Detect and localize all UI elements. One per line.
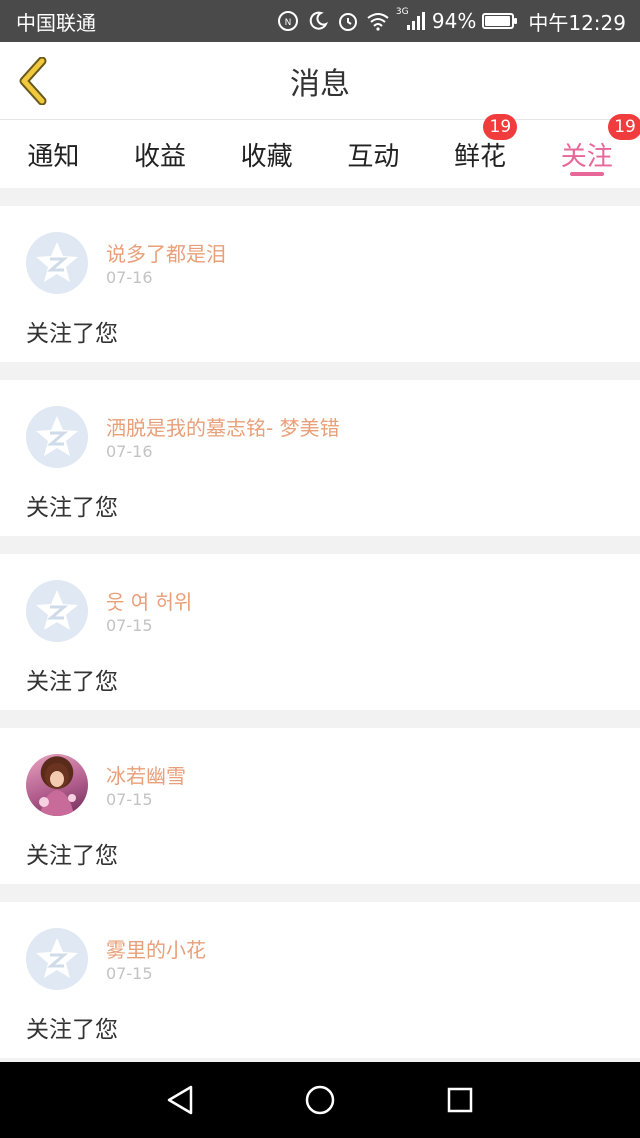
- tab-label: 通知: [27, 141, 80, 172]
- default-avatar-icon: [36, 590, 78, 630]
- active-tab-indicator: [569, 172, 604, 176]
- tab-flowers[interactable]: 鲜花 19: [427, 114, 534, 188]
- follow-date: 07-15: [106, 964, 153, 983]
- status-bar: 中国联通 N 3G 94% 中午12:29: [0, 0, 640, 42]
- status-icons: N 3G 94% 中午12:29: [276, 7, 626, 36]
- tab-interactions[interactable]: 互动: [320, 120, 427, 188]
- tab-label: 关注: [560, 141, 613, 172]
- user-photo-icon: [39, 763, 76, 816]
- tab-label: 收藏: [240, 141, 293, 172]
- follow-date: 07-15: [106, 790, 153, 809]
- user-name[interactable]: 说多了都是泪: [106, 238, 226, 267]
- follow-message: 关注了您: [26, 669, 118, 695]
- battery-icon: [482, 13, 518, 29]
- default-avatar-icon: [36, 242, 78, 282]
- avatar[interactable]: [26, 232, 88, 294]
- follow-date: 07-16: [106, 268, 153, 287]
- moon-icon: [306, 9, 330, 33]
- list-item[interactable]: 说多了都是泪 07-16 关注了您: [0, 206, 640, 362]
- avatar[interactable]: [26, 928, 88, 990]
- list-item[interactable]: 冰若幽雪 07-15 关注了您: [0, 728, 640, 884]
- user-name[interactable]: 冰若幽雪: [106, 760, 186, 789]
- header: 消息: [0, 42, 640, 120]
- svg-text:N: N: [285, 18, 292, 28]
- wifi-icon: [366, 9, 390, 33]
- default-avatar-icon: [36, 938, 78, 978]
- follow-date: 07-15: [106, 616, 153, 635]
- tab-favorites[interactable]: 收藏: [213, 120, 320, 188]
- carrier-label: 中国联通: [16, 10, 96, 35]
- tab-label: 互动: [347, 141, 400, 172]
- tab-earnings[interactable]: 收益: [107, 120, 214, 188]
- follow-message: 关注了您: [26, 843, 118, 869]
- data-saver-icon: N: [276, 9, 300, 33]
- list-item[interactable]: 웃 여 허위 07-15 关注了您: [0, 554, 640, 710]
- nav-back-button[interactable]: [158, 1078, 202, 1122]
- follow-message: 关注了您: [26, 321, 118, 347]
- user-name[interactable]: 雾里的小花: [106, 934, 206, 963]
- clock: 中午12:29: [528, 10, 626, 35]
- unread-badge: 19: [608, 114, 640, 140]
- network-type-label: 3G: [395, 7, 409, 17]
- tab-label: 收益: [134, 141, 187, 172]
- battery-percent: 94%: [431, 9, 477, 33]
- nav-home-button[interactable]: [298, 1078, 342, 1122]
- tab-follow[interactable]: 关注 19: [533, 114, 640, 188]
- avatar[interactable]: [26, 406, 88, 468]
- follow-message: 关注了您: [26, 495, 118, 521]
- back-button[interactable]: [14, 56, 54, 106]
- user-name[interactable]: 웃 여 허위: [106, 586, 192, 615]
- page-title: 消息: [290, 66, 350, 102]
- chevron-left-icon: [19, 57, 47, 105]
- follow-message: 关注了您: [26, 1017, 118, 1043]
- circle-home-icon: [305, 1085, 335, 1115]
- unread-badge: 19: [483, 114, 518, 140]
- nav-recents-button[interactable]: [438, 1078, 482, 1122]
- follow-list: 说多了都是泪 07-16 关注了您 洒脱是我的墓志铭- 梦美错 07-16 关注…: [0, 206, 640, 1076]
- tab-label: 鲜花: [454, 141, 507, 172]
- list-item[interactable]: 雾里的小花 07-15 关注了您: [0, 902, 640, 1058]
- square-recents-icon: [447, 1087, 473, 1113]
- signal-icon: 3G: [395, 7, 426, 33]
- avatar[interactable]: [26, 754, 88, 816]
- default-avatar-icon: [36, 416, 78, 456]
- tab-notifications[interactable]: 通知: [0, 120, 107, 188]
- avatar[interactable]: [26, 580, 88, 642]
- triangle-back-icon: [167, 1085, 193, 1115]
- follow-date: 07-16: [106, 442, 153, 461]
- tab-bar: 通知 收益 收藏 互动 鲜花 19 关注 19: [0, 114, 640, 188]
- alarm-icon: [336, 9, 360, 33]
- list-item[interactable]: 洒脱是我的墓志铭- 梦美错 07-16 关注了您: [0, 380, 640, 536]
- user-name[interactable]: 洒脱是我的墓志铭- 梦美错: [106, 412, 340, 441]
- system-nav-bar: [0, 1062, 640, 1138]
- battery-fill: [485, 16, 510, 26]
